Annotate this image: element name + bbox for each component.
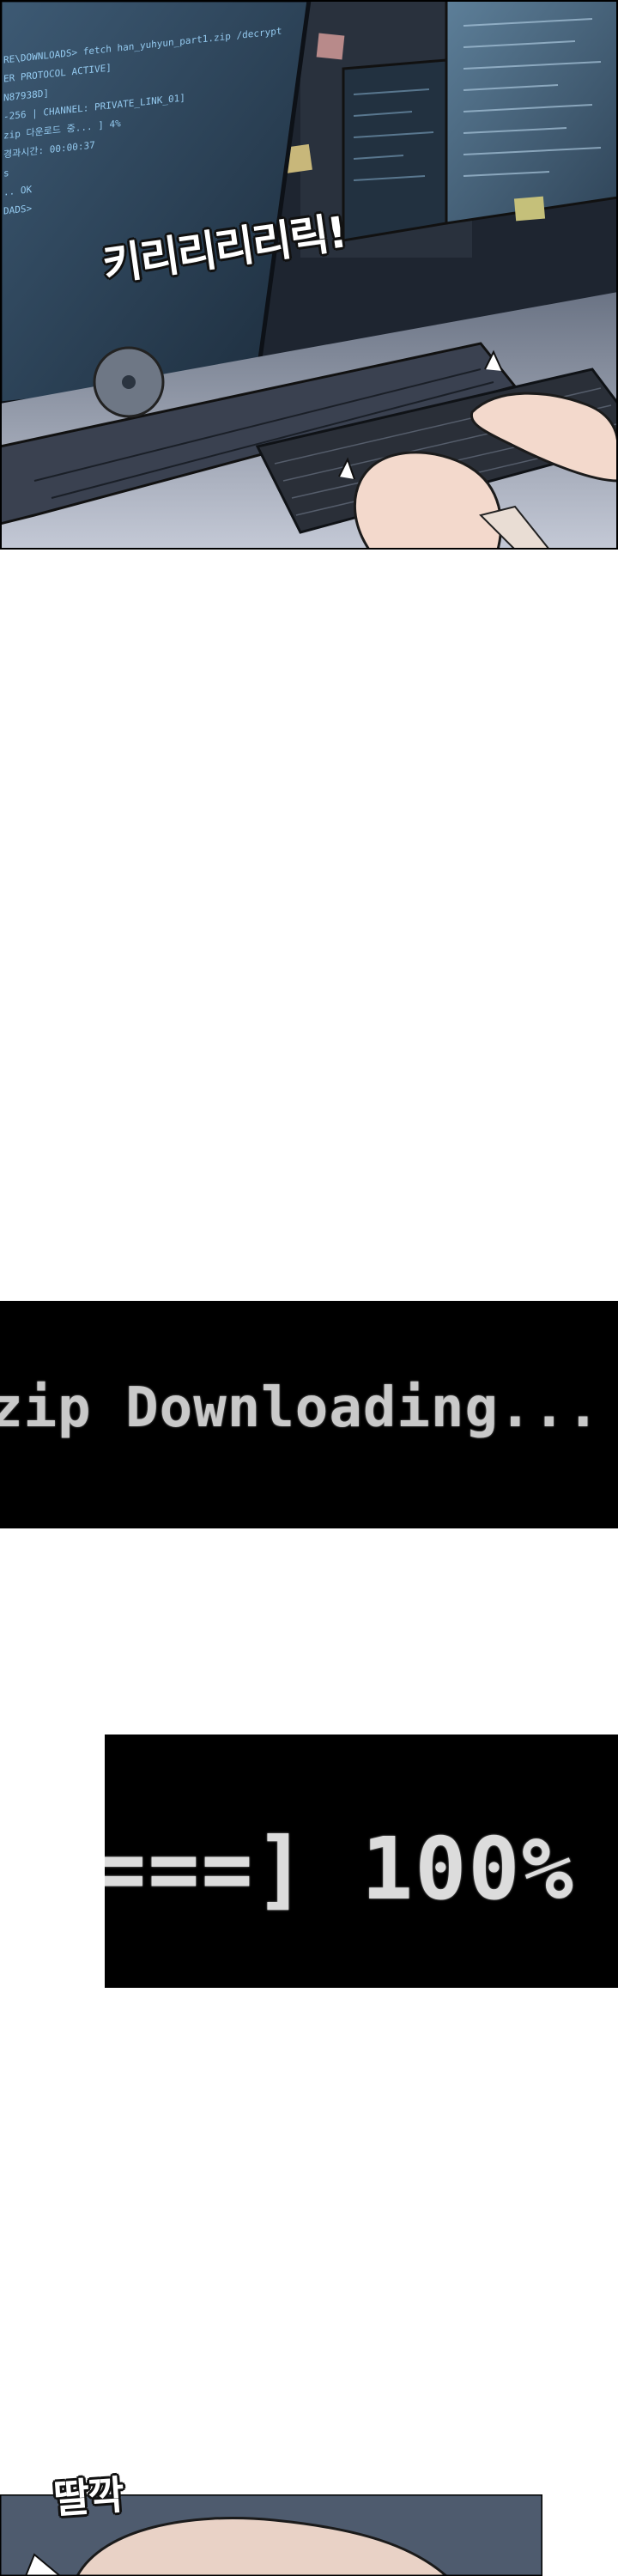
downloading-panel: zip Downloading... <box>0 1301 618 1528</box>
click-sound-effect: 딸깍 <box>52 2471 124 2523</box>
computer-desk-panel: RE\DOWNLOADS> fetch han_yuhyun_part1.zip… <box>0 0 618 550</box>
downloading-text: zip Downloading... <box>0 1376 601 1440</box>
terminal-text-lines: RE\DOWNLOADS> fetch han_yuhyun_part1.zip… <box>0 20 304 343</box>
progress-complete-panel: ===] 100% <box>105 1735 618 1988</box>
progress-percent-text: ===] 100% <box>105 1819 575 1919</box>
